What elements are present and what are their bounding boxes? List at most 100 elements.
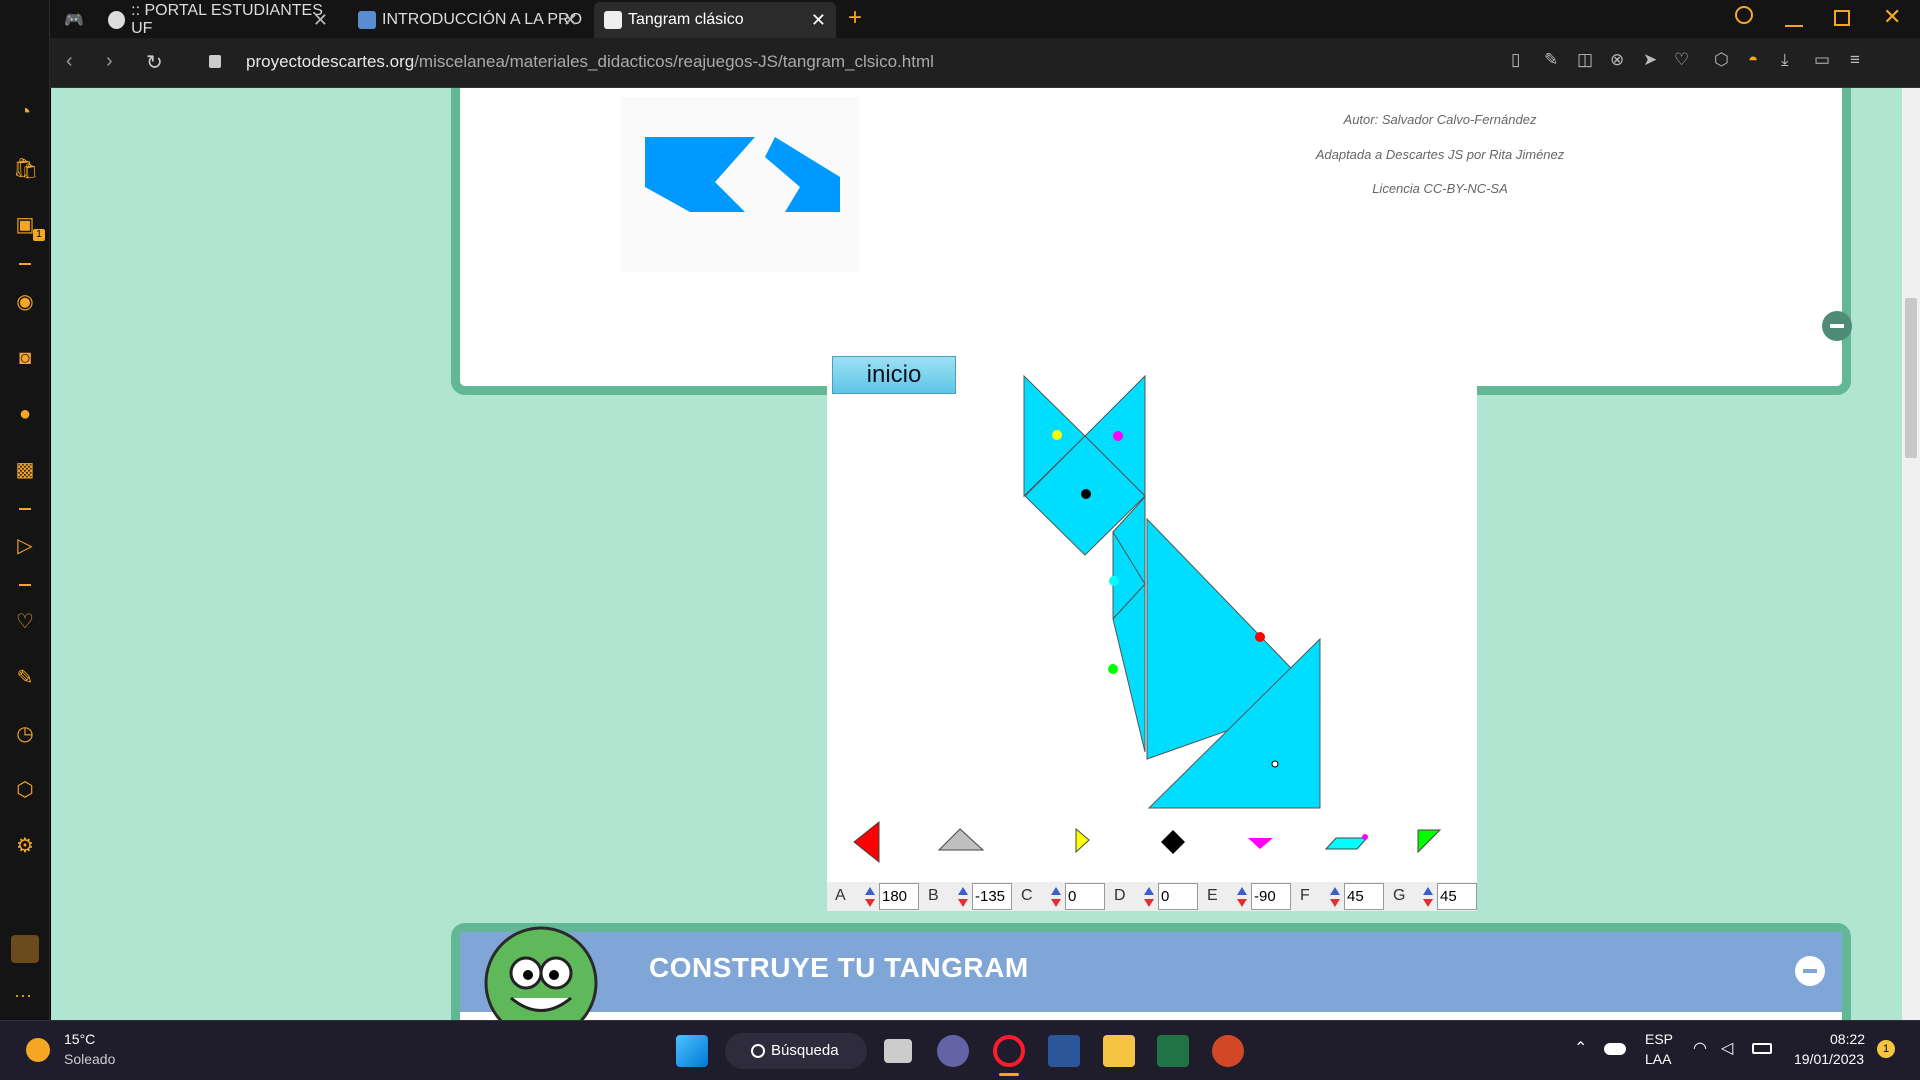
spinner-arrows-icon[interactable] xyxy=(1143,885,1155,909)
weather-desc[interactable]: Soleado xyxy=(64,1051,115,1067)
logo-image xyxy=(620,97,860,272)
close-tab-icon[interactable]: ✕ xyxy=(811,10,826,31)
control-value[interactable]: -135 xyxy=(972,883,1012,910)
spinner-arrows-icon[interactable] xyxy=(1050,885,1062,909)
tab-label: INTRODUCCIÓN A LA PRO xyxy=(382,11,583,28)
app-icon[interactable] xyxy=(11,935,39,963)
new-tab-icon[interactable]: + xyxy=(848,4,862,32)
heart-outline-icon[interactable]: ♡ xyxy=(1674,50,1689,70)
chevron-up-icon[interactable]: ⌃ xyxy=(1574,1038,1587,1058)
start-button[interactable]: inicio xyxy=(832,356,956,394)
opera-taskbar-icon[interactable] xyxy=(993,1035,1025,1067)
powerpoint-icon[interactable] xyxy=(1212,1035,1244,1067)
whatsapp-icon[interactable]: ◉ xyxy=(13,290,37,314)
onedrive-icon[interactable] xyxy=(1604,1043,1626,1055)
active-indicator xyxy=(999,1073,1019,1076)
instagram-icon[interactable]: ◙ xyxy=(13,346,37,370)
restore-icon[interactable] xyxy=(1834,10,1850,26)
battery-saver-icon[interactable]: ▭ xyxy=(1814,50,1830,70)
send-icon[interactable]: ➤ xyxy=(1643,50,1657,70)
tab-tangram[interactable]: Tangram clásico ✕ xyxy=(594,2,836,38)
close-tab-icon[interactable]: ✕ xyxy=(313,10,328,31)
profile-icon[interactable]: ◓ xyxy=(1748,50,1758,70)
page-scrollbar[interactable] xyxy=(1902,88,1920,1020)
discord-icon[interactable]: ▩ xyxy=(13,458,37,482)
back-icon[interactable]: ‹ xyxy=(66,50,73,73)
gamepad-icon[interactable]: 🎮 xyxy=(64,10,84,30)
tangram-canvas[interactable] xyxy=(827,349,1477,882)
clock-date[interactable]: 19/01/2023 xyxy=(1794,1051,1864,1067)
spinner-arrows-icon[interactable] xyxy=(1422,885,1434,909)
cube-outline-icon[interactable]: ⬡ xyxy=(1714,50,1729,70)
cube-icon[interactable]: ⬡ xyxy=(13,778,37,802)
heart-icon[interactable]: ♡ xyxy=(13,610,37,634)
lang-secondary[interactable]: LAA xyxy=(1645,1051,1671,1067)
control-value[interactable]: 0 xyxy=(1065,883,1105,910)
volume-icon[interactable]: ◁ xyxy=(1721,1038,1733,1058)
pin-icon[interactable]: ✎ xyxy=(13,666,37,690)
weather-temp[interactable]: 15°C xyxy=(64,1031,95,1047)
excel-icon[interactable] xyxy=(1157,1035,1189,1067)
reload-icon[interactable]: ↻ xyxy=(146,50,163,75)
control-value[interactable]: 45 xyxy=(1344,883,1384,910)
control-value[interactable]: 180 xyxy=(879,883,919,910)
twitter-icon[interactable]: ● xyxy=(13,402,37,426)
ref-yellow-triangle xyxy=(1075,827,1090,854)
control-a: A 180 xyxy=(827,882,920,911)
download-icon[interactable]: ⤓ xyxy=(1781,50,1789,70)
sidebar-divider xyxy=(19,584,31,586)
collapse-icon[interactable] xyxy=(1822,311,1852,341)
minimize-icon[interactable] xyxy=(1785,25,1803,27)
close-window-icon[interactable]: ✕ xyxy=(1883,4,1901,30)
close-tab-icon[interactable]: ✕ xyxy=(563,10,578,31)
file-explorer-icon[interactable] xyxy=(1103,1035,1135,1067)
scroll-thumb[interactable] xyxy=(1905,298,1917,458)
twitch-badge: 1 xyxy=(33,229,45,241)
reader-icon[interactable]: ▯ xyxy=(1511,50,1520,70)
search-icon xyxy=(751,1044,765,1058)
lock-icon[interactable] xyxy=(209,55,221,68)
camera-icon[interactable]: ◫ xyxy=(1577,50,1593,70)
collapse-section-icon[interactable] xyxy=(1795,956,1825,986)
spinner-arrows-icon[interactable] xyxy=(1236,885,1248,909)
credit-adapted: Adaptada a Descartes JS por Rita Jiménez xyxy=(1315,147,1565,162)
control-value[interactable]: -90 xyxy=(1251,883,1291,910)
credit-author: Autor: Salvador Calvo-Fernández xyxy=(1343,112,1537,127)
history-icon[interactable]: ◷ xyxy=(13,722,37,746)
weather-sun-icon[interactable] xyxy=(26,1038,50,1062)
spinner-arrows-icon[interactable] xyxy=(864,885,876,909)
tab-introduccion[interactable]: INTRODUCCIÓN A LA PRO ✕ xyxy=(348,2,588,38)
clock-time[interactable]: 08:22 xyxy=(1830,1031,1865,1047)
search-box[interactable]: Búsqueda xyxy=(725,1033,867,1069)
adblock-icon[interactable]: ⊗ xyxy=(1610,50,1624,70)
search-icon[interactable] xyxy=(1735,6,1753,24)
task-view-icon[interactable] xyxy=(884,1039,912,1063)
handle-black xyxy=(1081,489,1091,499)
word-icon[interactable] xyxy=(1048,1035,1080,1067)
mascot-image xyxy=(476,918,606,1020)
player-icon[interactable]: ▷ xyxy=(13,534,37,558)
easy-setup-icon[interactable]: ≡ xyxy=(1850,50,1860,70)
control-c: C 0 xyxy=(1013,882,1106,911)
speed-dial-icon[interactable]: ◔ xyxy=(13,100,37,124)
control-label: B xyxy=(928,887,939,904)
battery-icon[interactable] xyxy=(1752,1043,1772,1054)
notification-badge[interactable]: 1 xyxy=(1877,1040,1895,1058)
handle-green xyxy=(1108,664,1118,674)
control-value[interactable]: 0 xyxy=(1158,883,1198,910)
wifi-icon[interactable]: ◠ xyxy=(1693,1038,1707,1058)
control-value[interactable]: 45 xyxy=(1437,883,1477,910)
settings-icon[interactable]: ⚙ xyxy=(13,834,37,858)
sidebar-divider xyxy=(19,508,31,510)
shopping-icon[interactable]: 🛍 xyxy=(13,157,38,181)
spinner-arrows-icon[interactable] xyxy=(1329,885,1341,909)
spinner-arrows-icon[interactable] xyxy=(957,885,969,909)
edit-icon[interactable]: ✎ xyxy=(1544,50,1558,70)
more-icon[interactable]: ··· xyxy=(14,985,32,1006)
url-field[interactable]: proyectodescartes.org/miscelanea/materia… xyxy=(246,52,934,72)
teams-icon[interactable] xyxy=(937,1035,969,1067)
lang-primary[interactable]: ESP xyxy=(1645,1031,1673,1047)
start-icon[interactable] xyxy=(676,1035,708,1067)
tab-portal[interactable]: :: PORTAL ESTUDIANTES UF ✕ xyxy=(98,2,338,38)
forward-icon[interactable]: › xyxy=(106,50,113,73)
